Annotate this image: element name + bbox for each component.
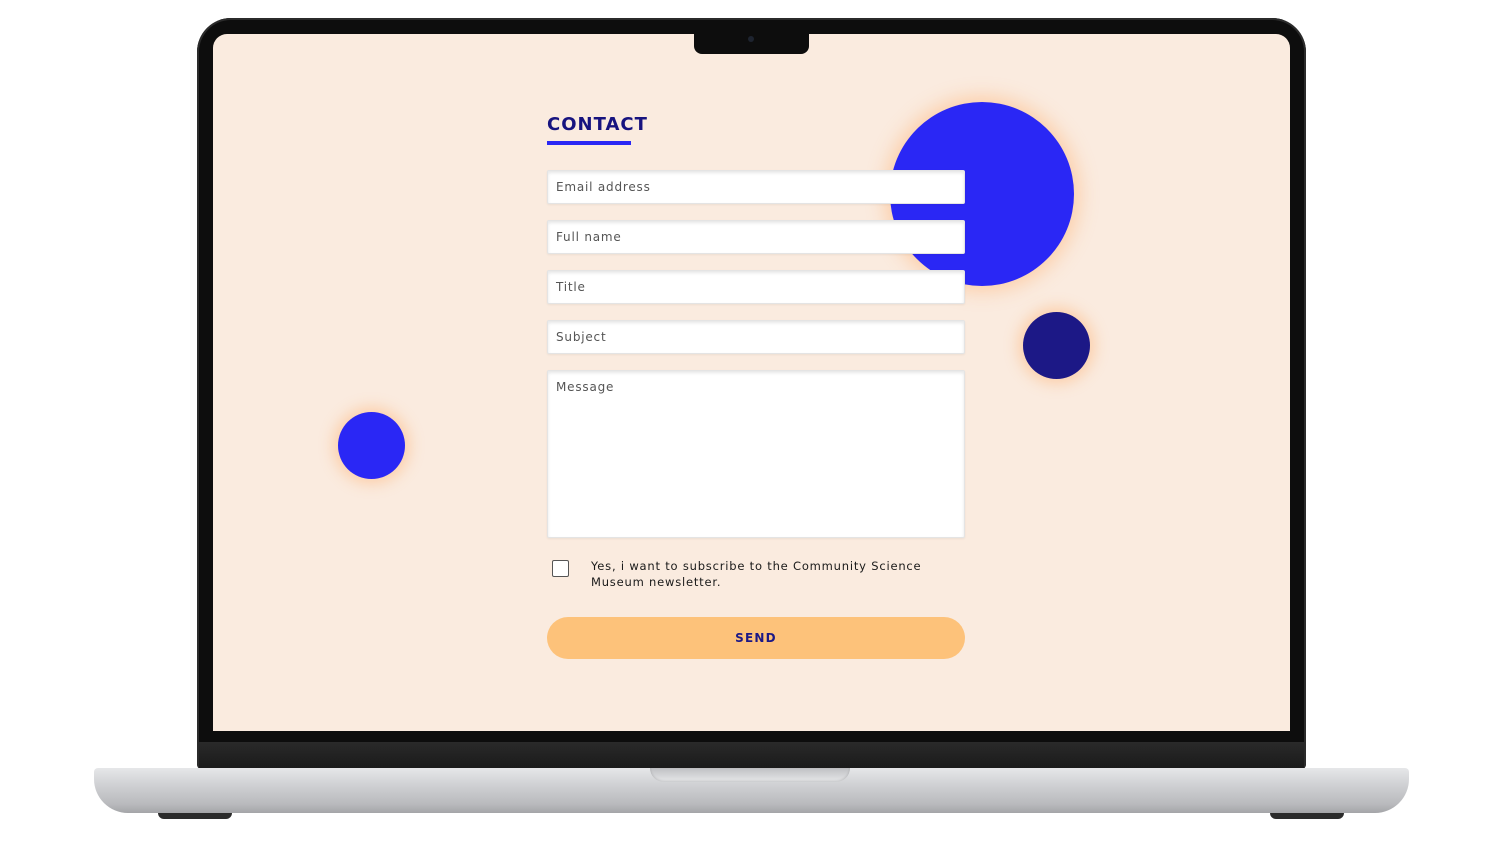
title-underline (547, 141, 631, 145)
laptop-foot-right (1270, 813, 1344, 819)
title-field[interactable]: Title (547, 270, 965, 304)
newsletter-label: Yes, i want to subscribe to the Communit… (591, 559, 922, 589)
base-groove (650, 768, 850, 782)
email-field[interactable]: Email address (547, 170, 965, 204)
message-field[interactable]: Message (547, 370, 965, 538)
decorative-navy-circle (1023, 312, 1090, 379)
camera-icon (748, 36, 754, 42)
subject-field[interactable]: Subject (547, 320, 965, 354)
newsletter-option: Yes, i want to subscribe to the Communit… (547, 558, 965, 590)
laptop-screen: CONTACT Email address Full name Title Su… (213, 34, 1290, 731)
page-title: CONTACT (547, 114, 648, 135)
decorative-blue-circle (338, 412, 405, 479)
send-button[interactable]: SEND (547, 617, 965, 659)
contact-form: CONTACT Email address Full name Title Su… (547, 114, 965, 659)
send-button-label: SEND (735, 631, 777, 645)
laptop-base (94, 768, 1409, 813)
newsletter-checkbox[interactable] (552, 560, 569, 577)
laptop-mockup: CONTACT Email address Full name Title Su… (0, 0, 1500, 844)
camera-notch (694, 34, 809, 54)
full-name-field[interactable]: Full name (547, 220, 965, 254)
laptop-foot-left (158, 813, 232, 819)
laptop-hinge (199, 742, 1304, 769)
